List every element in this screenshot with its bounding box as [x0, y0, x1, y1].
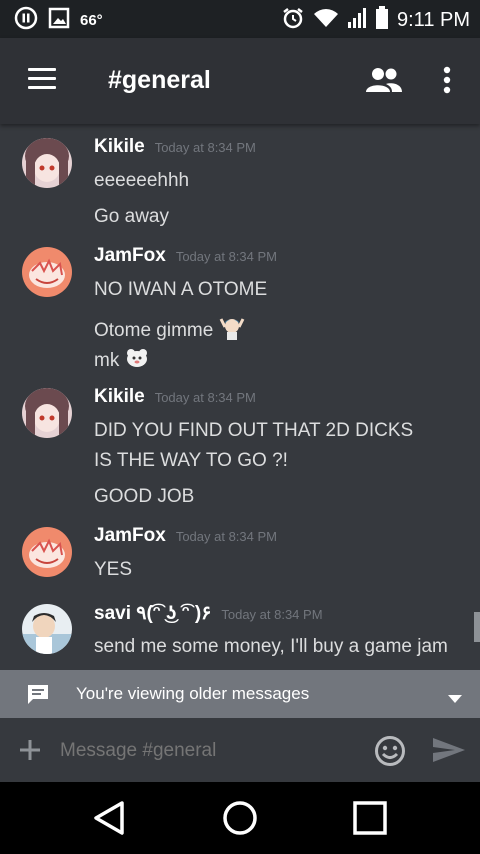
- chevron-down-icon[interactable]: [448, 690, 462, 708]
- send-icon[interactable]: [432, 737, 466, 768]
- message-timestamp: Today at 8:34 PM: [154, 390, 256, 405]
- avatar[interactable]: [22, 247, 72, 297]
- system-navigation-bar: [0, 782, 480, 854]
- message-text: Go away: [94, 206, 169, 227]
- message-timestamp: Today at 8:34 PM: [154, 140, 256, 155]
- avatar[interactable]: [22, 388, 72, 438]
- temperature: 66°: [80, 12, 103, 29]
- older-messages-text: You're viewing older messages: [76, 684, 310, 703]
- message-timestamp: Today at 8:34 PM: [175, 529, 277, 544]
- app-bar: #general: [0, 38, 480, 124]
- channel-title: #general: [108, 66, 211, 94]
- message-text: YES: [94, 559, 133, 580]
- message-list[interactable]: Kikile Today at 8:34 PM eeeeeehhh Go away…: [0, 124, 480, 670]
- message-author[interactable]: Kikile Today at 8:34 PM: [94, 386, 256, 408]
- message-text: eeeeeehhh: [94, 170, 190, 191]
- message-timestamp: Today at 8:34 PM: [175, 249, 277, 264]
- back-icon[interactable]: [92, 800, 126, 841]
- emoji-picker-icon[interactable]: [374, 735, 406, 772]
- message-line: mk: [94, 347, 149, 375]
- message-text: Otome gimme: [94, 320, 214, 342]
- message-author[interactable]: savi ٩(͡ᵔ ͜ʖ ͡ᵔ )۶ Today at 8:34 PM: [94, 602, 323, 625]
- more-options-icon[interactable]: [442, 66, 452, 94]
- signal-icon: [347, 7, 367, 34]
- avatar[interactable]: [22, 138, 72, 188]
- status-bar: 66° 9:11 PM: [0, 0, 480, 38]
- message-author[interactable]: JamFox Today at 8:34 PM: [94, 245, 277, 267]
- alarm-icon: [281, 6, 305, 35]
- message-text: GOOD JOB: [94, 486, 195, 507]
- pause-notification-icon: [14, 6, 38, 35]
- chat-bubble-icon: [26, 684, 50, 711]
- battery-icon: [375, 6, 389, 35]
- add-attachment-icon[interactable]: [18, 738, 42, 767]
- message-text: mk: [94, 350, 120, 372]
- message-text: send me some money, I'll buy a game jam: [94, 636, 448, 657]
- message-text: DID YOU FIND OUT THAT 2D DICKS: [94, 420, 414, 441]
- scrollbar-thumb[interactable]: [474, 612, 480, 642]
- message-text: NO IWAN A OTOME: [94, 279, 268, 300]
- recent-apps-icon[interactable]: [352, 800, 388, 841]
- hamburger-menu-icon[interactable]: [28, 68, 56, 90]
- custom-emoji-icon: [219, 315, 245, 347]
- custom-emoji-icon: [125, 347, 149, 375]
- avatar[interactable]: [22, 527, 72, 577]
- gallery-notification-icon: [48, 7, 70, 34]
- message-input[interactable]: [60, 738, 350, 764]
- message-timestamp: Today at 8:34 PM: [221, 607, 323, 622]
- members-icon[interactable]: [366, 66, 402, 94]
- message-text: IS THE WAY TO GO ?!: [94, 450, 288, 471]
- wifi-icon: [313, 7, 339, 34]
- home-icon[interactable]: [222, 800, 258, 841]
- clock: 9:11 PM: [397, 9, 470, 31]
- older-messages-banner[interactable]: You're viewing older messages: [0, 670, 480, 718]
- message-composer: [0, 718, 480, 782]
- avatar[interactable]: [22, 604, 72, 654]
- message-line: Otome gimme: [94, 315, 245, 347]
- message-author[interactable]: Kikile Today at 8:34 PM: [94, 136, 256, 158]
- message-author[interactable]: JamFox Today at 8:34 PM: [94, 525, 277, 547]
